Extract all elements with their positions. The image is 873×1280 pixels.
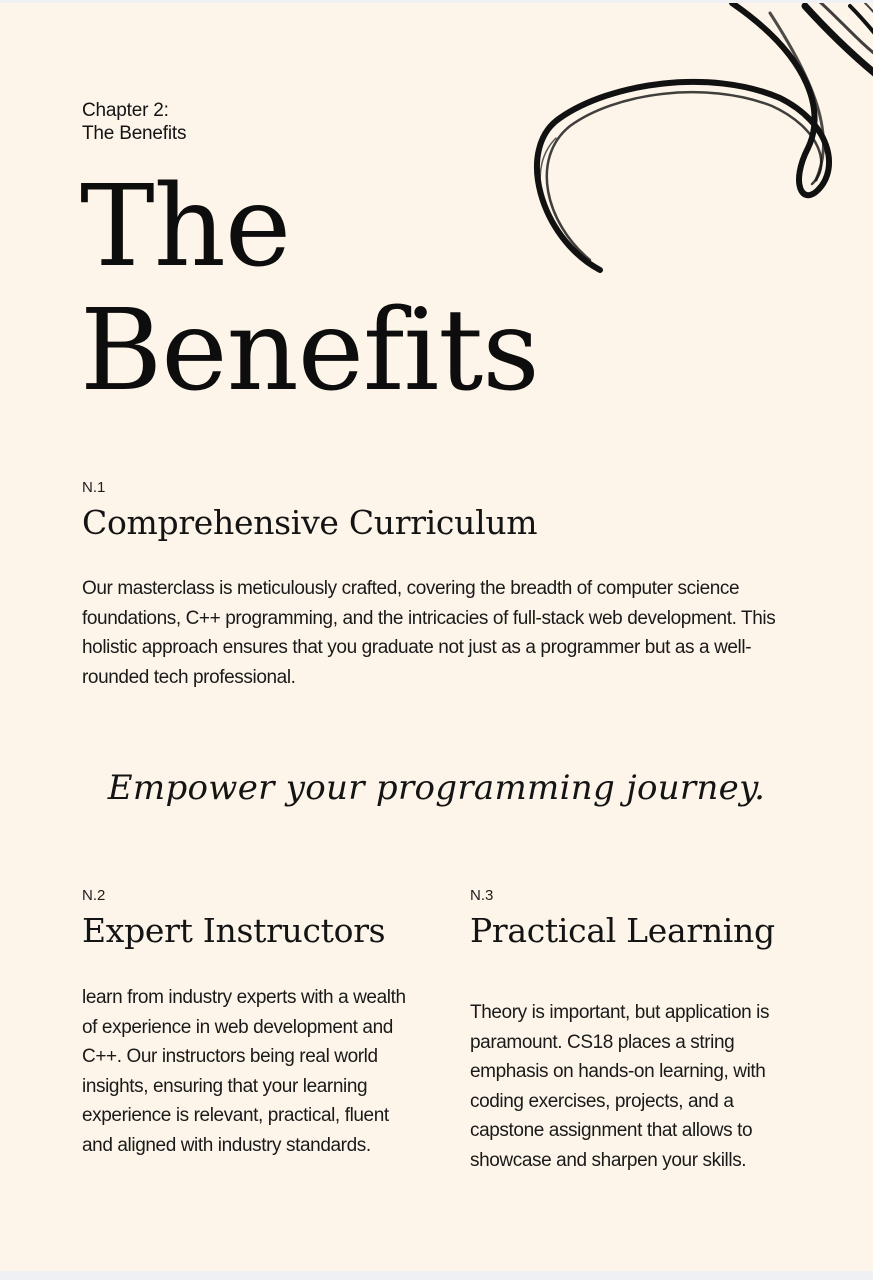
- benefit-2-body: learn from industry experts with a wealt…: [82, 987, 406, 1156]
- chapter-name: The Benefits: [82, 123, 187, 144]
- document-page: Chapter 2: The Benefits The Benefits N.1…: [0, 3, 873, 1271]
- benefit-2-number: N.2: [82, 887, 106, 904]
- benefit-1-heading: Comprehensive Curriculum: [82, 503, 538, 542]
- benefit-3-heading: Practical Learning: [470, 911, 775, 950]
- chapter-number: Chapter 2:: [82, 100, 169, 121]
- page-title-line-2: Benefits: [80, 286, 540, 416]
- benefit-3-body: Theory is important, but application is …: [470, 1002, 770, 1171]
- tagline: Empower your programming journey.: [107, 768, 766, 808]
- benefit-1-body: Our masterclass is meticulously crafted,…: [82, 578, 776, 688]
- benefit-2-heading: Expert Instructors: [82, 911, 386, 950]
- page-title: The Benefits: [80, 162, 540, 416]
- chapter-label: Chapter 2: The Benefits: [82, 99, 186, 145]
- benefit-3-number: N.3: [470, 887, 494, 904]
- brush-stroke-decoration: [534, 3, 873, 273]
- benefit-1-number: N.1: [82, 479, 106, 496]
- page-title-line-1: The: [80, 162, 291, 292]
